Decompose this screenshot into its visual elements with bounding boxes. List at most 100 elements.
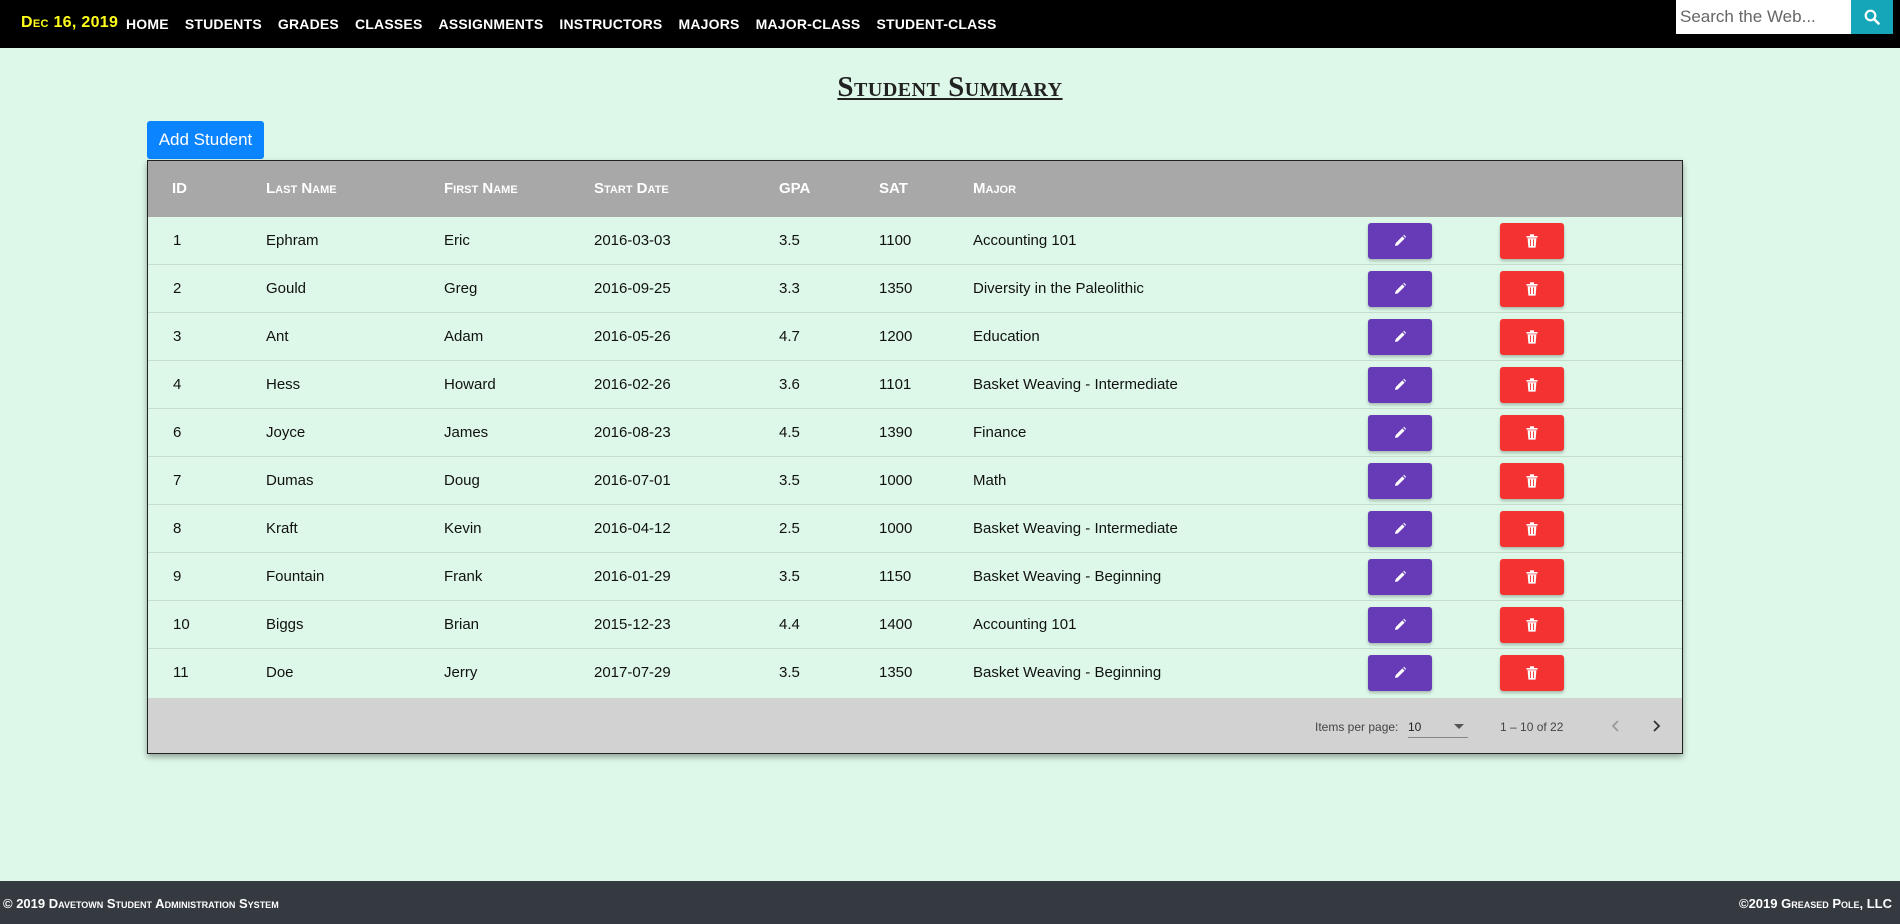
- cell-id: 8: [173, 520, 182, 537]
- cell-start-date: 2016-01-29: [594, 568, 671, 585]
- cell-sat: 1000: [879, 520, 913, 537]
- edit-button[interactable]: [1368, 319, 1432, 355]
- cell-start-date: 2016-07-01: [594, 472, 671, 489]
- cell-major: Basket Weaving - Beginning: [973, 568, 1162, 585]
- search-button[interactable]: [1851, 0, 1893, 34]
- delete-button[interactable]: [1500, 367, 1564, 403]
- cell-last-name: Kraft: [266, 520, 298, 537]
- footer: © 2019 Davetown Student Administration S…: [0, 881, 1900, 924]
- cell-id: 9: [173, 568, 182, 585]
- nav-link-instructors[interactable]: INSTRUCTORS: [559, 16, 662, 32]
- header-first-name[interactable]: First Name: [444, 180, 518, 197]
- table-body: 1 Ephram Eric 2016-03-03 3.5 1100 Accoun…: [148, 217, 1682, 697]
- trash-icon: [1526, 666, 1538, 680]
- header-sat[interactable]: SAT: [879, 180, 908, 197]
- edit-button[interactable]: [1368, 223, 1432, 259]
- cell-id: 4: [173, 376, 182, 393]
- nav-link-assignments[interactable]: ASSIGNMENTS: [439, 16, 544, 32]
- edit-button[interactable]: [1368, 559, 1432, 595]
- table-header: ID Last Name First Name Start Date GPA S…: [148, 161, 1682, 217]
- header-start-date[interactable]: Start Date: [594, 180, 669, 197]
- cell-sat: 1350: [879, 664, 913, 681]
- cell-first-name: Eric: [444, 232, 470, 249]
- table-row: 9 Fountain Frank 2016-01-29 3.5 1150 Bas…: [148, 553, 1682, 601]
- pencil-icon: [1395, 378, 1407, 390]
- trash-icon: [1526, 474, 1538, 488]
- nav-link-majors[interactable]: MAJORS: [678, 16, 739, 32]
- page-title: Student Summary: [837, 71, 1063, 103]
- header-gpa[interactable]: GPA: [779, 180, 810, 197]
- edit-button[interactable]: [1368, 655, 1432, 691]
- cell-sat: 1200: [879, 328, 913, 345]
- pencil-icon: [1395, 330, 1407, 342]
- paginator: Items per page: 10 1 – 10 of 22: [148, 698, 1682, 753]
- student-table: ID Last Name First Name Start Date GPA S…: [147, 160, 1683, 754]
- chevron-left-icon: [1611, 720, 1619, 732]
- cell-last-name: Gould: [266, 280, 307, 297]
- nav-link-grades[interactable]: GRADES: [278, 16, 339, 32]
- header-major[interactable]: Major: [973, 180, 1016, 197]
- delete-button[interactable]: [1500, 463, 1564, 499]
- cell-major: Basket Weaving - Intermediate: [973, 376, 1178, 393]
- cell-sat: 1150: [879, 568, 912, 585]
- header-last-name[interactable]: Last Name: [266, 180, 337, 197]
- search-icon: [1864, 9, 1880, 25]
- cell-first-name: Kevin: [444, 520, 482, 537]
- cell-start-date: 2016-02-26: [594, 376, 671, 393]
- header-id[interactable]: ID: [172, 180, 187, 197]
- cell-sat: 1100: [879, 232, 912, 249]
- delete-button[interactable]: [1500, 511, 1564, 547]
- cell-first-name: Doug: [444, 472, 480, 489]
- trash-icon: [1526, 618, 1538, 632]
- edit-button[interactable]: [1368, 511, 1432, 547]
- table-row: 6 Joyce James 2016-08-23 4.5 1390 Financ…: [148, 409, 1682, 457]
- table-row: 10 Biggs Brian 2015-12-23 4.4 1400 Accou…: [148, 601, 1682, 649]
- top-navbar: Dec 16, 2019 HOME STUDENTS GRADES CLASSE…: [0, 0, 1900, 48]
- cell-id: 2: [173, 280, 182, 297]
- cell-major: Finance: [973, 424, 1027, 441]
- nav-link-home[interactable]: HOME: [126, 16, 169, 32]
- add-student-button[interactable]: Add Student: [147, 121, 264, 159]
- cell-gpa: 3.3: [779, 280, 800, 297]
- delete-button[interactable]: [1500, 271, 1564, 307]
- items-per-page-label: Items per page:: [1315, 720, 1399, 734]
- edit-button[interactable]: [1368, 463, 1432, 499]
- cell-gpa: 3.5: [779, 232, 800, 249]
- delete-button[interactable]: [1500, 607, 1564, 643]
- delete-button[interactable]: [1500, 415, 1564, 451]
- cell-major: Accounting 101: [973, 232, 1077, 249]
- cell-major: Basket Weaving - Intermediate: [973, 520, 1178, 537]
- cell-start-date: 2016-03-03: [594, 232, 671, 249]
- cell-last-name: Dumas: [266, 472, 314, 489]
- cell-id: 6: [173, 424, 182, 441]
- cell-start-date: 2015-12-23: [594, 616, 671, 633]
- nav-link-classes[interactable]: CLASSES: [355, 16, 423, 32]
- edit-button[interactable]: [1368, 607, 1432, 643]
- footer-copyright: © 2019 Davetown Student Administration S…: [3, 896, 279, 911]
- cell-first-name: Brian: [444, 616, 480, 633]
- search-input[interactable]: [1676, 0, 1851, 34]
- next-page-button[interactable]: [1644, 714, 1668, 738]
- edit-button[interactable]: [1368, 271, 1432, 307]
- delete-button[interactable]: [1500, 559, 1564, 595]
- cell-id: 3: [173, 328, 182, 345]
- previous-page-button[interactable]: [1604, 714, 1628, 738]
- nav-link-students[interactable]: STUDENTS: [185, 16, 262, 32]
- nav-link-major-class[interactable]: MAJOR-CLASS: [756, 16, 861, 32]
- items-per-page-select[interactable]: 10: [1408, 716, 1468, 738]
- delete-button[interactable]: [1500, 223, 1564, 259]
- cell-sat: 1400: [879, 616, 913, 633]
- nav-link-student-class[interactable]: STUDENT-CLASS: [876, 16, 996, 32]
- pencil-icon: [1395, 618, 1407, 630]
- cell-gpa: 4.4: [779, 616, 800, 633]
- cell-start-date: 2016-05-26: [594, 328, 671, 345]
- delete-button[interactable]: [1500, 655, 1564, 691]
- cell-gpa: 3.5: [779, 568, 800, 585]
- cell-sat: 1350: [879, 280, 913, 297]
- edit-button[interactable]: [1368, 367, 1432, 403]
- edit-button[interactable]: [1368, 415, 1432, 451]
- cell-start-date: 2016-04-12: [594, 520, 671, 537]
- delete-button[interactable]: [1500, 319, 1564, 355]
- cell-last-name: Biggs: [266, 616, 304, 633]
- trash-icon: [1526, 426, 1538, 440]
